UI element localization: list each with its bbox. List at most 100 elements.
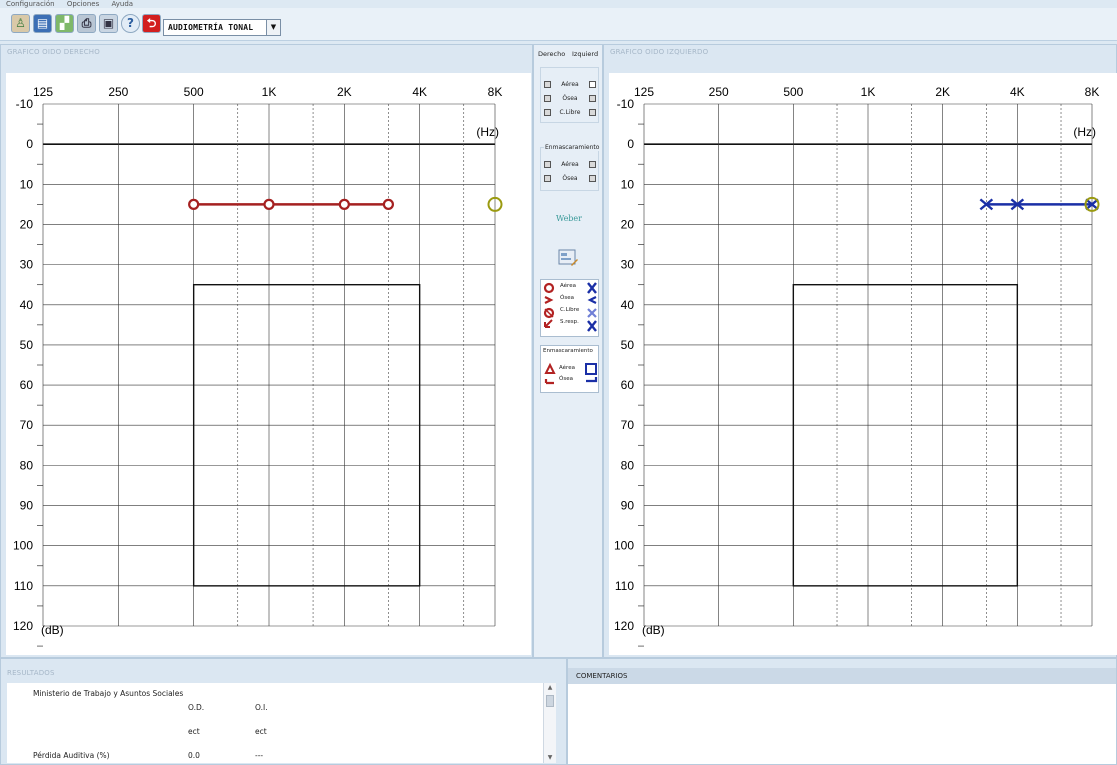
y-tick-label: 60 bbox=[621, 378, 635, 392]
conduction-row-free: C.Libre bbox=[535, 108, 605, 119]
y-tick-label: -10 bbox=[617, 97, 635, 111]
print-icon[interactable]: ⎙ bbox=[77, 14, 96, 33]
results-od-sub: ect bbox=[188, 727, 200, 736]
izquierdo-header: Izquierd bbox=[572, 50, 599, 58]
y-tick-label: 120 bbox=[13, 619, 33, 633]
left-mask-bone-checkbox[interactable] bbox=[589, 175, 596, 182]
masking-title: Enmascaramiento bbox=[544, 144, 601, 151]
edit-chart-icon[interactable] bbox=[557, 247, 579, 269]
menu-item-options[interactable]: Opciones bbox=[67, 0, 99, 8]
mask-legend-bone: Ósea bbox=[559, 376, 573, 382]
left-bone-checkbox[interactable] bbox=[589, 95, 596, 102]
chevron-down-icon[interactable]: ▼ bbox=[266, 20, 280, 35]
y-tick-label: 70 bbox=[621, 418, 635, 432]
right-ear-panel-title: GRAFICO OIDO DERECHO bbox=[7, 48, 100, 56]
conduction-row-air: Aérea bbox=[535, 80, 605, 91]
y-tick-label: 70 bbox=[20, 418, 34, 432]
patient-icon[interactable]: ♙ bbox=[11, 14, 30, 33]
data-point bbox=[188, 198, 200, 210]
reference-box bbox=[792, 283, 1019, 587]
x-tick-label: 4K bbox=[412, 85, 427, 99]
scroll-thumb[interactable] bbox=[546, 695, 554, 707]
results-oi-sub: ect bbox=[255, 727, 267, 736]
y-tick-label: 0 bbox=[26, 137, 33, 151]
derecho-header: Derecho bbox=[538, 50, 566, 58]
x-tick-label: 2K bbox=[337, 85, 352, 99]
x-tick-label: 1K bbox=[262, 85, 277, 99]
y-tick-label: 50 bbox=[621, 338, 635, 352]
y-tick-label: 10 bbox=[621, 177, 635, 191]
y-tick-label: 80 bbox=[621, 458, 635, 472]
y-tick-label: 110 bbox=[615, 579, 634, 593]
chart-icon[interactable]: ▞ bbox=[55, 14, 74, 33]
x-tick-label: 8K bbox=[1085, 85, 1100, 99]
y-tick-label: 10 bbox=[20, 177, 34, 191]
y-tick-label: 120 bbox=[614, 619, 634, 633]
x-tick-label: 500 bbox=[184, 85, 204, 99]
y-tick-label: 40 bbox=[20, 298, 34, 312]
left-air-checkbox[interactable] bbox=[589, 81, 596, 88]
preview-icon[interactable]: ▣ bbox=[99, 14, 118, 33]
y-tick-label: 60 bbox=[20, 378, 34, 392]
right-ear-audiogram[interactable]: -10 0 10 20 30 40 50 60 70 80 90 100 110 120 125 250 500… bbox=[6, 73, 531, 655]
weber-button[interactable]: Weber bbox=[534, 214, 604, 223]
x-axis-label: (Hz) bbox=[476, 125, 499, 139]
results-title: RESULTADOS bbox=[7, 669, 55, 677]
results-loss-label: Pérdida Auditiva (%) bbox=[33, 751, 110, 760]
y-tick-label: 50 bbox=[20, 338, 34, 352]
left-free-checkbox[interactable] bbox=[589, 109, 596, 116]
y-tick-label: 40 bbox=[621, 298, 635, 312]
report-icon[interactable]: ▤ bbox=[33, 14, 52, 33]
y-tick-label: 0 bbox=[627, 137, 634, 151]
data-point bbox=[382, 198, 395, 210]
left-ear-panel: GRAFICO OIDO IZQUIERDO -10 0 10 20 30 40 50 60 7… bbox=[603, 44, 1117, 658]
masking-row-bone: Ósea bbox=[535, 174, 605, 185]
comments-textarea[interactable] bbox=[568, 684, 1116, 764]
left-ear-audiogram[interactable]: -10 0 10 20 30 40 50 60 70 80 90 100 110 120 125 250 500… bbox=[609, 73, 1117, 655]
legend-noresp: S.resp. bbox=[560, 319, 579, 325]
comments-title: COMENTARIOS bbox=[576, 672, 628, 680]
menu-bar: Configuración Opciones Ayuda bbox=[0, 0, 1117, 8]
right-ear-panel: GRAFICO OIDO DERECHO -10 0 10 20 30 40 50 60 70 8… bbox=[0, 44, 533, 658]
results-panel: RESULTADOS Ministerio de Trabajo y Asunt… bbox=[0, 658, 567, 765]
y-tick-label: 90 bbox=[621, 499, 635, 513]
masking-group: Enmascaramiento Aérea Ósea bbox=[540, 144, 601, 191]
masking-legend: Enmascaramiento Aérea Ósea bbox=[540, 345, 599, 393]
results-oi-value: --- bbox=[255, 751, 264, 760]
x-tick-label: 125 bbox=[634, 85, 654, 99]
x-tick-label: 4K bbox=[1010, 85, 1025, 99]
scroll-down-icon[interactable]: ▼ bbox=[544, 753, 556, 763]
y-tick-label: 30 bbox=[20, 258, 34, 272]
conduction-row-bone: Ósea bbox=[535, 94, 605, 105]
left-ear-plot[interactable]: -10 0 10 20 30 40 50 60 70 80 90 100 110 120 125 250 500… bbox=[609, 73, 1117, 655]
x-tick-label: 125 bbox=[33, 85, 53, 99]
test-type-select[interactable]: AUDIOMETRÍA TONAL ▼ bbox=[163, 19, 281, 36]
exit-icon[interactable]: ⮌ bbox=[142, 14, 161, 33]
scroll-up-icon[interactable]: ▲ bbox=[544, 683, 556, 693]
y-tick-label: 110 bbox=[14, 579, 33, 593]
results-scrollbar[interactable]: ▲ ▼ bbox=[543, 683, 556, 763]
y-tick-label: 20 bbox=[621, 217, 635, 231]
results-org: Ministerio de Trabajo y Asuntos Sociales bbox=[33, 689, 184, 698]
left-ear-panel-title: GRAFICO OIDO IZQUIERDO bbox=[610, 48, 709, 56]
reference-box bbox=[192, 283, 421, 587]
toolbar: ♙ ▤ ▞ ⎙ ▣ ? ⮌ AUDIOMETRÍA TONAL ▼ bbox=[0, 8, 1117, 41]
results-od-value: 0.0 bbox=[188, 751, 200, 760]
x-tick-label: 500 bbox=[783, 85, 803, 99]
y-tick-label: 100 bbox=[614, 539, 634, 553]
help-icon[interactable]: ? bbox=[121, 14, 140, 33]
x-tick-label: 8K bbox=[488, 85, 503, 99]
menu-item-config[interactable]: Configuración bbox=[6, 0, 55, 8]
x-tick-label: 250 bbox=[108, 85, 128, 99]
right-ear-plot[interactable]: -10 0 10 20 30 40 50 60 70 80 90 100 110 120 125 250 500… bbox=[6, 73, 531, 655]
y-tick-label: 80 bbox=[20, 458, 34, 472]
y-tick-label: 20 bbox=[20, 217, 34, 231]
y-tick-label: 30 bbox=[621, 258, 635, 272]
results-col-oi: O.I. bbox=[255, 703, 268, 712]
comments-panel: COMENTARIOS bbox=[567, 658, 1117, 765]
results-area: Ministerio de Trabajo y Asuntos Sociales… bbox=[7, 683, 556, 763]
y-tick-label: -10 bbox=[16, 97, 34, 111]
x-tick-label: 1K bbox=[861, 85, 876, 99]
menu-item-help[interactable]: Ayuda bbox=[111, 0, 133, 8]
left-mask-air-checkbox[interactable] bbox=[589, 161, 596, 168]
